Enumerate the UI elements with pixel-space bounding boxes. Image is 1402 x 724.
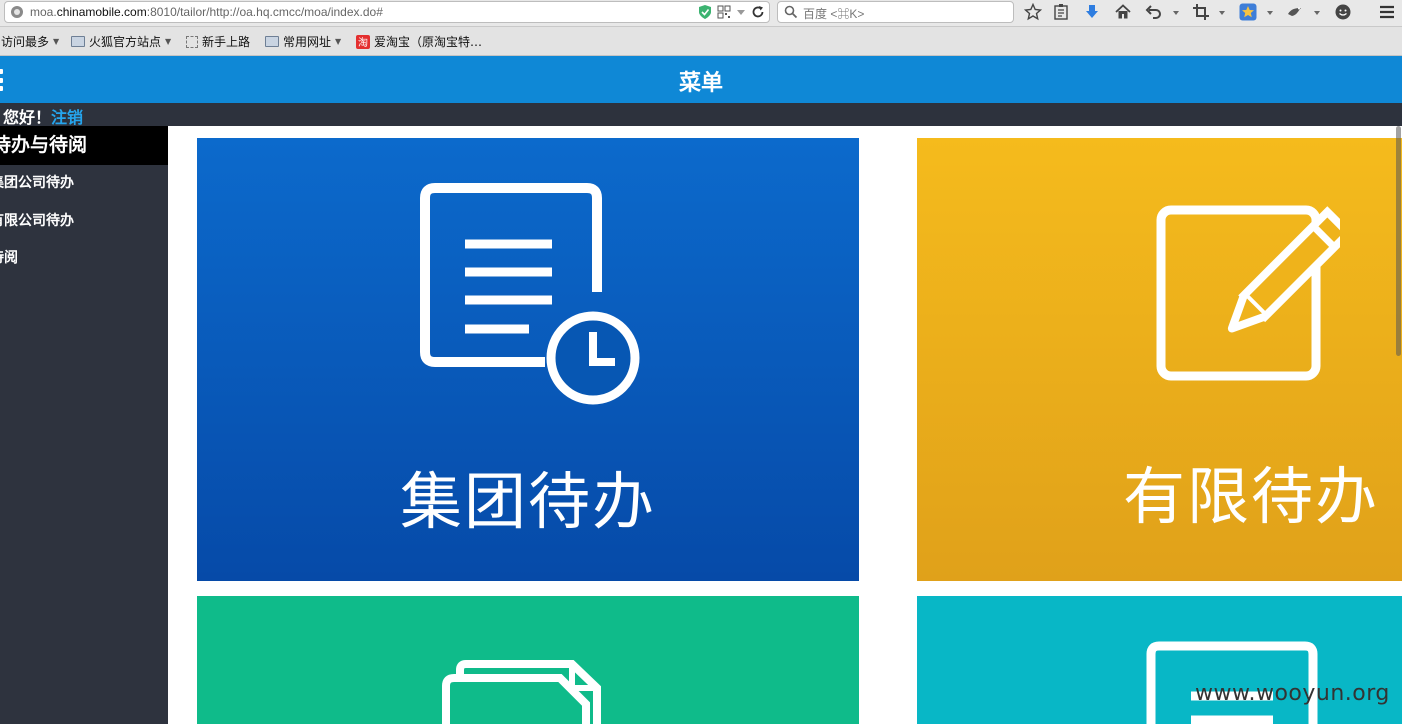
caret-down-icon: ▼ (165, 37, 172, 46)
dropdown-triangle-icon[interactable] (736, 5, 746, 19)
sidebar-item-to-read[interactable]: 待阅 (0, 243, 168, 273)
caret-down-icon: ▼ (335, 37, 342, 46)
tile-group-todo[interactable]: 集团待办 (197, 138, 859, 581)
crop-icon[interactable] (1192, 3, 1210, 21)
qrcode-icon[interactable] (717, 5, 731, 19)
tile-limited-todo[interactable]: 有限待办 (917, 138, 1402, 581)
globe-icon (11, 6, 23, 18)
page-scrollbar[interactable] (1396, 56, 1402, 724)
search-input[interactable]: 百度 <⌘K> (803, 5, 864, 22)
hamburger-menu-icon[interactable] (1378, 3, 1396, 21)
download-icon[interactable] (1083, 3, 1101, 21)
bookmark-getting-started[interactable]: 新手上路 (186, 33, 250, 50)
sidebar-item-limited-todo[interactable]: 有限公司待办 (0, 206, 168, 236)
address-bar[interactable]: moa.chinamobile.com:8010/tailor/http://o… (4, 1, 770, 23)
tile-label: 集团待办 (400, 465, 657, 538)
page-title: 菜单 (678, 71, 723, 96)
search-bar[interactable]: 百度 <⌘K> (777, 1, 1014, 23)
reload-icon[interactable] (751, 5, 765, 19)
browser-toolbar: moa.chinamobile.com:8010/tailor/http://o… (0, 0, 1402, 27)
sidebar-heading[interactable]: 待办与待阅 (0, 126, 168, 165)
sidebar-item-group-todo[interactable]: 集团公司待办 (0, 168, 168, 198)
caret-down-icon[interactable] (1172, 3, 1180, 21)
greeting-text: 您好！注销 (3, 108, 84, 127)
taobao-icon: 淘 (356, 34, 370, 49)
tile-label: 有限待办 (1123, 460, 1380, 533)
chat-smile-icon[interactable] (1334, 3, 1352, 21)
app-header: 菜单 (0, 56, 1402, 103)
caret-down-icon[interactable] (1313, 3, 1321, 21)
shield-icon[interactable] (698, 4, 712, 20)
bookmarks-bar: 访问最多 ▼ 火狐官方站点 ▼ 新手上路 常用网址 ▼ 淘 爱淘宝（原淘宝特… (0, 27, 1402, 56)
folder-icon (265, 36, 279, 47)
bookmark-ai-taobao[interactable]: 淘 爱淘宝（原淘宝特… (356, 33, 482, 50)
back-arrow-icon[interactable] (1145, 3, 1163, 21)
page-icon (186, 35, 198, 48)
bookmark-firefox-sites[interactable]: 火狐官方站点 ▼ (71, 33, 171, 50)
tile-documents[interactable] (197, 596, 859, 724)
bookmark-star-icon[interactable] (1024, 3, 1042, 21)
scrollbar-thumb[interactable] (1396, 126, 1401, 356)
caret-down-icon[interactable] (1218, 3, 1226, 21)
folder-icon (71, 36, 85, 47)
logout-link[interactable]: 注销 (51, 108, 83, 127)
reading-list-icon[interactable] (1053, 3, 1069, 21)
extension-bird-icon[interactable] (1286, 3, 1304, 21)
sidebar: 待办与待阅 集团公司待办 有限公司待办 待阅 (0, 126, 168, 724)
documents-icon (442, 660, 601, 724)
bookmark-common-sites[interactable]: 常用网址 ▼ (265, 33, 341, 50)
url-text[interactable]: moa.chinamobile.com:8010/tailor/http://o… (30, 5, 383, 19)
home-icon[interactable] (1114, 3, 1132, 21)
favorites-star-icon[interactable] (1239, 3, 1257, 21)
edit-pencil-icon (1156, 205, 1340, 381)
caret-down-icon: ▼ (53, 37, 60, 46)
search-icon (784, 5, 798, 19)
caret-down-icon[interactable] (1266, 3, 1274, 21)
document-clock-icon (420, 183, 640, 405)
watermark: www.wooyun.org (1195, 681, 1390, 706)
bookmark-most-visited[interactable]: 访问最多 ▼ (1, 33, 59, 50)
user-bar: 您好！注销 (0, 103, 1402, 127)
